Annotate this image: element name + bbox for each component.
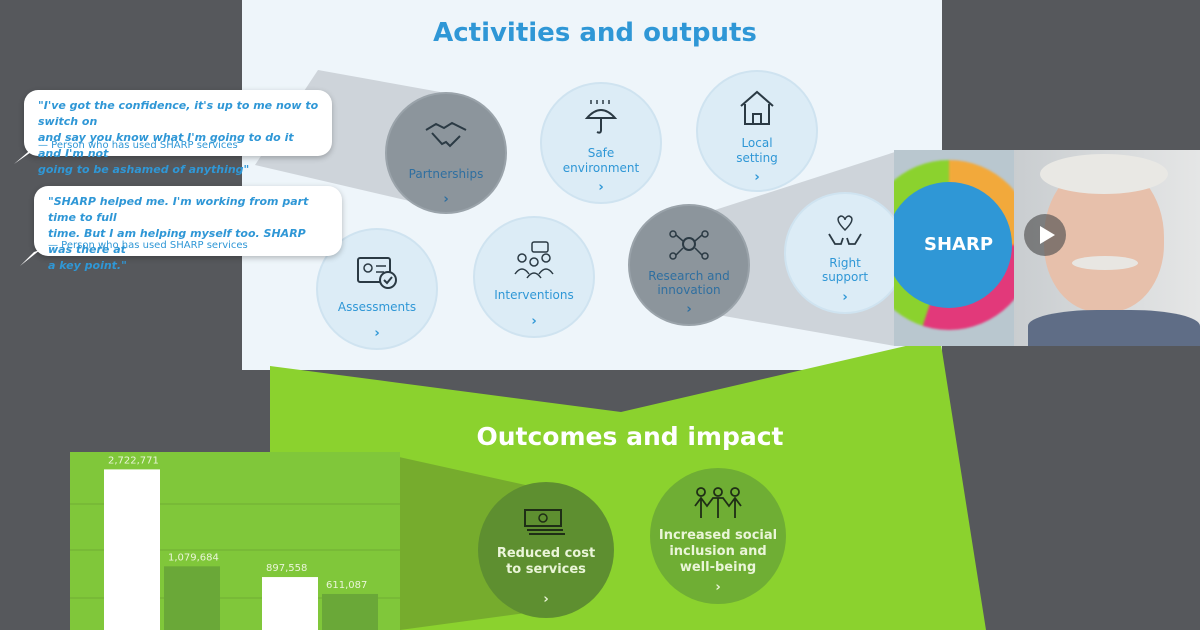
- reduced-cost-label-2: to services: [506, 562, 586, 577]
- hands-heart-icon: [828, 215, 862, 245]
- local-setting-label-1: Local: [741, 136, 773, 150]
- bar-value-label: 897,558: [266, 563, 307, 574]
- interventions-card[interactable]: Interventions ›: [473, 216, 595, 338]
- social-inclusion-label-1: Increased social: [658, 528, 778, 543]
- bar-series-1-cat-0: [164, 566, 220, 630]
- chevron-right-icon[interactable]: ›: [786, 290, 904, 305]
- social-inclusion-card[interactable]: Increased social inclusion and well-bein…: [650, 468, 786, 604]
- chevron-right-icon[interactable]: ›: [630, 302, 748, 317]
- chevron-right-icon[interactable]: ›: [650, 580, 786, 595]
- quote-tail-1: [14, 150, 34, 164]
- house-icon: [740, 90, 774, 125]
- quote-1-attribution: — Person who has used SHARP services: [38, 140, 238, 151]
- outcomes-title: Outcomes and impact: [476, 422, 784, 451]
- social-inclusion-label-3: well-being: [679, 560, 757, 575]
- quote-2-text: "SHARP helped me. I'm working from part …: [48, 195, 309, 272]
- bar-series-0-cat-1: [262, 577, 318, 630]
- person-moustache: [1072, 256, 1138, 270]
- local-setting-card[interactable]: Local setting ›: [696, 70, 818, 192]
- research-label-2: innovation: [657, 283, 721, 297]
- quote-card-2: "SHARP helped me. I'm working from part …: [34, 186, 342, 272]
- activities-title: Activities and outputs: [433, 18, 757, 48]
- chevron-right-icon[interactable]: ›: [318, 326, 436, 341]
- bar-value-label: 1,079,684: [168, 552, 219, 563]
- person-hair: [1040, 154, 1168, 194]
- right-support-label-2: support: [821, 270, 869, 284]
- handshake-icon: [425, 121, 467, 148]
- play-icon: [1040, 226, 1055, 244]
- quote-2-attribution: — Person who has used SHARP services: [48, 240, 248, 251]
- bar-chart: 2,722,771 897,558 1,079,684 611,087: [70, 455, 400, 630]
- video-player[interactable]: SHARP: [894, 150, 1200, 346]
- safe-environment-card[interactable]: Safe environment ›: [540, 82, 662, 204]
- interventions-label: Interventions: [494, 288, 574, 302]
- id-card-check-icon: [357, 257, 397, 289]
- right-support-label-1: Right: [829, 256, 861, 270]
- bar-series-0-cat-0: [104, 469, 160, 630]
- chevron-right-icon[interactable]: ›: [475, 314, 593, 329]
- safe-environment-label-2: environment: [562, 161, 640, 175]
- play-button[interactable]: [1024, 214, 1066, 256]
- reduced-cost-card[interactable]: Reduced cost to services ›: [478, 482, 614, 618]
- bar-value-label: 611,087: [326, 580, 367, 591]
- safe-environment-label-1: Safe: [587, 146, 615, 160]
- money-stack-icon: [524, 509, 565, 535]
- umbrella-rain-icon: [584, 100, 618, 134]
- bar-series-1-cat-1: [322, 593, 378, 630]
- chevron-right-icon[interactable]: ›: [542, 180, 660, 195]
- chevron-right-icon[interactable]: ›: [698, 170, 816, 185]
- reduced-cost-label-1: Reduced cost: [496, 546, 596, 561]
- people-chain-icon: [694, 487, 742, 518]
- partnerships-card[interactable]: Partnerships ›: [385, 92, 507, 214]
- network-lightbulb-icon: [669, 230, 709, 260]
- quote-1-text: "I've got the confidence, it's up to me …: [38, 99, 319, 176]
- chevron-right-icon[interactable]: ›: [387, 192, 505, 207]
- social-inclusion-label-2: inclusion and: [669, 544, 767, 559]
- partnerships-label: Partnerships: [408, 167, 484, 181]
- research-innovation-card[interactable]: Research and innovation ›: [628, 204, 750, 326]
- person-shirt: [1028, 310, 1200, 346]
- bar-value-label: 2,722,771: [108, 455, 159, 466]
- quote-tail-2: [20, 250, 40, 266]
- quote-card-1: "I've got the confidence, it's up to me …: [24, 90, 332, 176]
- right-support-card[interactable]: Right support ›: [784, 192, 906, 314]
- research-label-1: Research and: [648, 269, 730, 283]
- assessments-label: Assessments: [337, 300, 417, 314]
- local-setting-label-2: setting: [736, 151, 778, 165]
- chevron-right-icon[interactable]: ›: [478, 592, 614, 607]
- group-chat-icon: [514, 241, 554, 279]
- sharp-logo-text: SHARP: [924, 234, 994, 255]
